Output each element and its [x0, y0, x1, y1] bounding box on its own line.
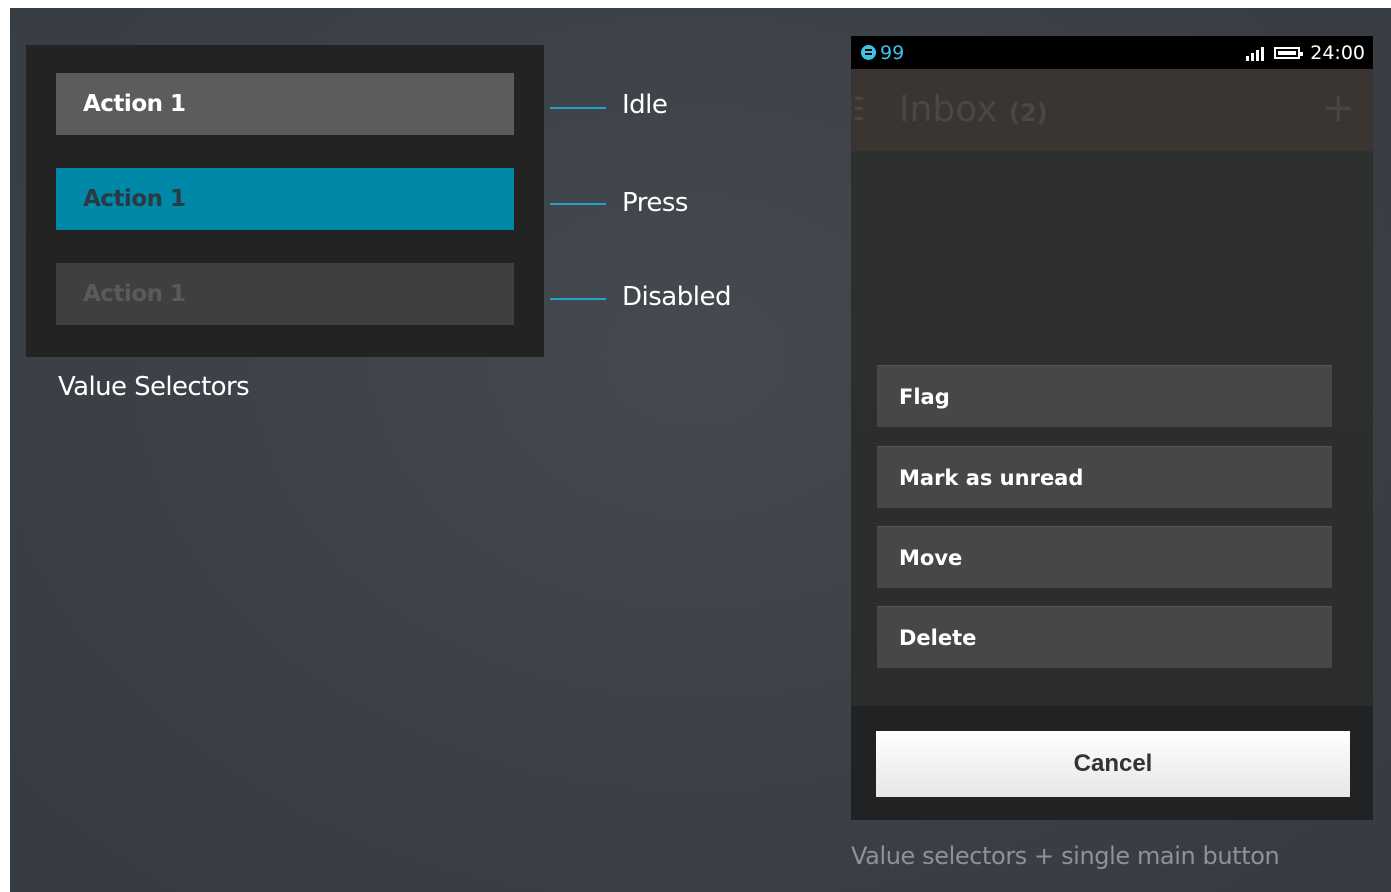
value-selectors-caption: Value Selectors [58, 372, 250, 402]
press-connector-line [550, 203, 606, 205]
dimmed-overlay: Flag Mark as unread Move Delete [851, 151, 1373, 706]
action-button-press[interactable]: Action 1 [56, 168, 514, 230]
status-bar: 99 24:00 [851, 36, 1373, 69]
signal-icon [1246, 45, 1265, 61]
page-title: Inbox (2) [899, 89, 1048, 130]
disabled-connector-line [550, 298, 606, 300]
inbox-title: Inbox [899, 89, 998, 130]
flag-button[interactable]: Flag [877, 365, 1332, 427]
move-button[interactable]: Move [877, 526, 1332, 588]
idle-connector-line [550, 107, 606, 109]
action-button-disabled: Action 1 [56, 263, 514, 325]
notification-icon [861, 45, 876, 60]
action-button-idle[interactable]: Action 1 [56, 73, 514, 135]
notification-count: 99 [880, 41, 905, 64]
phone-mockup: 99 24:00 Inbox (2) + Flag Mark as unread… [851, 36, 1373, 820]
battery-icon [1274, 46, 1304, 59]
notification-indicator: 99 [861, 42, 904, 64]
status-icons: 24:00 [1246, 42, 1365, 64]
phone-caption: Value selectors + single main button [851, 842, 1280, 870]
action-footer: Cancel [851, 706, 1373, 820]
press-state-label: Press [622, 188, 688, 218]
status-time: 24:00 [1310, 41, 1365, 64]
add-icon[interactable]: + [1321, 85, 1355, 131]
inbox-count: (2) [1008, 99, 1048, 127]
delete-button[interactable]: Delete [877, 606, 1332, 668]
value-selector-panel: Action 1 Action 1 Action 1 [26, 45, 544, 357]
mark-as-unread-button[interactable]: Mark as unread [877, 446, 1332, 508]
disabled-state-label: Disabled [622, 282, 731, 312]
app-header: Inbox (2) + [851, 69, 1373, 151]
idle-state-label: Idle [622, 90, 668, 120]
cancel-button[interactable]: Cancel [876, 731, 1350, 797]
menu-icon[interactable] [855, 97, 863, 123]
